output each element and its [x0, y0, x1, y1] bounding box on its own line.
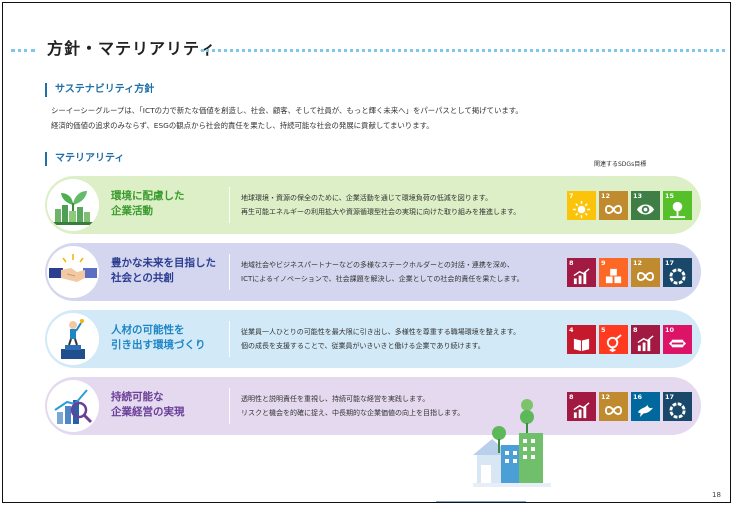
page-title: 方針・マテリアリティ [47, 39, 217, 58]
card-divider [229, 187, 230, 223]
materiality-card-people: 人材の可能性を 引き出す環境づくり 従業員一人ひとりの可能性を最大限に引き出し、… [45, 310, 701, 368]
chart-icon [573, 402, 590, 419]
materiality-card-governance: 持続可能な 企業経営の実現 透明性と説明責任を重視し、持続可能な経営を実践します… [45, 377, 701, 435]
sdg-goal-7: 7 [567, 191, 596, 220]
card-title: 持続可能な 企業経営の実現 [111, 391, 185, 418]
footer-line [436, 501, 526, 502]
card-divider [229, 321, 230, 357]
card-description: 透明性と説明責任を重視し、持続可能な経営を実践します。 リスクと機会を的確に捉え… [241, 395, 465, 417]
tree-icon [669, 201, 686, 219]
infinity-icon [604, 406, 623, 415]
gender-icon [606, 334, 622, 353]
ring-icon [669, 402, 686, 419]
sdg-goal-16: 16 [631, 392, 660, 421]
title-dots-left [11, 49, 35, 52]
materiality-heading: マテリアリティ [45, 152, 124, 166]
card-divider [229, 388, 230, 424]
sdg-icons: 7 12 13 15 [567, 191, 692, 220]
card-title: 環境に配慮した 企業活動 [111, 190, 185, 217]
card-description: 地域社会やビジネスパートナーなどの多様なステークホルダーとの対話・連携を深め、 … [241, 261, 524, 283]
card-divider [229, 254, 230, 290]
dove-icon [637, 404, 654, 418]
infinity-icon [604, 205, 623, 214]
card-description: 地球環境・資源の保全のために、企業活動を通じて環境負荷の低減を図ります。 再生可… [241, 194, 521, 216]
magnifier-growth-icon [54, 389, 93, 424]
eye-icon [636, 204, 655, 215]
governance-illustration [47, 380, 99, 432]
sustainability-heading: サステナビリティ方針 [45, 83, 154, 97]
chart-icon [637, 335, 654, 352]
sdg-goal-15: 15 [663, 191, 692, 220]
materiality-card-society: 豊かな未来を目指した 社会との共創 地域社会やビジネスパートナーなどの多様なステ… [45, 243, 701, 301]
materiality-card-environment: 環境に配慮した 企業活動 地球環境・資源の保全のために、企業活動を通じて環境負荷… [45, 176, 701, 234]
sdg-goal-8: 8 [567, 392, 596, 421]
chart-icon [573, 268, 590, 285]
ring-icon [669, 268, 686, 285]
card-title: 豊かな未来を目指した 社会との共創 [111, 257, 216, 284]
sprout-city-icon [53, 191, 93, 225]
page: 方針・マテリアリティ サステナビリティ方針 シーイーシーグループは、「ICTの力… [2, 2, 731, 503]
infinity-icon [636, 272, 655, 281]
sdg-goal-12: 12 [599, 392, 628, 421]
equal-icon [668, 339, 687, 348]
sun-icon [572, 200, 591, 219]
sdg-goal-13: 13 [631, 191, 660, 220]
sdg-icons: 8 12 16 17 [567, 392, 692, 421]
sdg-goal-8: 8 [567, 258, 596, 287]
sdg-goal-12: 12 [631, 258, 660, 287]
sdg-goal-12: 12 [599, 191, 628, 220]
sdg-caption: 関連するSDGs目標 [594, 161, 647, 168]
sdg-goal-4: 4 [567, 325, 596, 354]
environment-illustration [47, 179, 99, 231]
sdg-goal-9: 9 [599, 258, 628, 287]
sustainability-line-1: シーイーシーグループは、「ICTの力で新たな価値を創造し、社会、顧客、そして社員… [51, 106, 523, 115]
card-title: 人材の可能性を 引き出す環境づくり [111, 324, 206, 351]
book-icon [573, 338, 590, 352]
page-number: 18 [712, 491, 721, 499]
sdg-goal-17: 17 [663, 392, 692, 421]
sustainability-line-2: 経済的価値の追求のみならず、ESGの観点から社会的責任を果たし、持続可能な社会の… [51, 121, 434, 130]
person-on-podium-icon [61, 319, 85, 359]
sdg-goal-17: 17 [663, 258, 692, 287]
sdg-icons: 8 9 12 17 [567, 258, 692, 287]
title-row: 方針・マテリアリティ [3, 37, 730, 61]
title-dots-right [201, 49, 725, 52]
sdg-goal-5: 5 [599, 325, 628, 354]
sdg-icons: 4 5 8 10 [567, 325, 692, 354]
sdg-goal-10: 10 [663, 325, 692, 354]
card-description: 従業員一人ひとりの可能性を最大限に引き出し、多様性を尊重する職場環境を整えます。… [241, 328, 521, 350]
city-illustration [473, 399, 551, 487]
sdg-goal-8: 8 [631, 325, 660, 354]
people-illustration [47, 313, 99, 365]
handshake-icon [49, 254, 97, 282]
cubes-icon [605, 268, 622, 284]
society-illustration [47, 246, 99, 298]
